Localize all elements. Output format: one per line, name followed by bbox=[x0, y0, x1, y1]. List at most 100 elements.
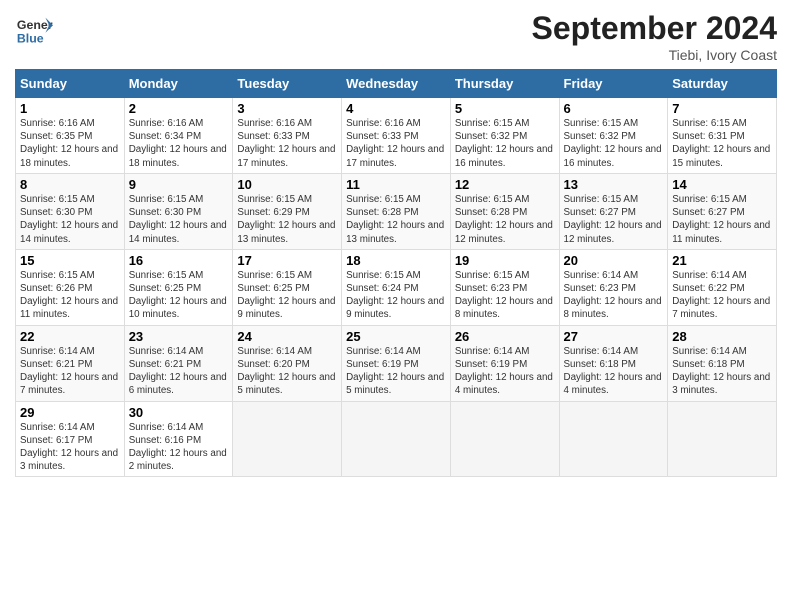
day-number: 16 bbox=[129, 253, 229, 268]
day-number: 29 bbox=[20, 405, 120, 420]
day-info: Sunrise: 6:14 AMSunset: 6:21 PMDaylight:… bbox=[129, 346, 227, 397]
calendar-day-cell: 5 Sunrise: 6:15 AMSunset: 6:32 PMDaylight… bbox=[450, 98, 559, 174]
calendar-day-cell: 15 Sunrise: 6:15 AMSunset: 6:26 PMDayligh… bbox=[16, 249, 125, 325]
day-info: Sunrise: 6:15 AMSunset: 6:28 PMDaylight:… bbox=[455, 194, 553, 245]
day-info: Sunrise: 6:14 AMSunset: 6:22 PMDaylight:… bbox=[672, 270, 770, 321]
day-number: 3 bbox=[237, 101, 337, 116]
day-number: 22 bbox=[20, 329, 120, 344]
day-number: 24 bbox=[237, 329, 337, 344]
day-info: Sunrise: 6:14 AMSunset: 6:18 PMDaylight:… bbox=[564, 346, 662, 397]
day-info: Sunrise: 6:15 AMSunset: 6:28 PMDaylight:… bbox=[346, 194, 444, 245]
calendar-week-row: 22 Sunrise: 6:14 AMSunset: 6:21 PMDayligh… bbox=[16, 325, 777, 401]
calendar-day-cell: 2 Sunrise: 6:16 AMSunset: 6:34 PMDaylight… bbox=[124, 98, 233, 174]
day-info: Sunrise: 6:14 AMSunset: 6:19 PMDaylight:… bbox=[455, 346, 553, 397]
title-block: September 2024 Tiebi, Ivory Coast bbox=[532, 10, 777, 63]
day-info: Sunrise: 6:15 AMSunset: 6:31 PMDaylight:… bbox=[672, 118, 770, 169]
calendar-day-cell: 11 Sunrise: 6:15 AMSunset: 6:28 PMDayligh… bbox=[342, 173, 451, 249]
header-row: Sunday Monday Tuesday Wednesday Thursday… bbox=[16, 70, 777, 98]
calendar-day-cell bbox=[342, 401, 451, 477]
day-number: 23 bbox=[129, 329, 229, 344]
day-number: 30 bbox=[129, 405, 229, 420]
calendar-day-cell: 23 Sunrise: 6:14 AMSunset: 6:21 PMDayligh… bbox=[124, 325, 233, 401]
day-number: 1 bbox=[20, 101, 120, 116]
calendar-day-cell: 9 Sunrise: 6:15 AMSunset: 6:30 PMDaylight… bbox=[124, 173, 233, 249]
calendar-week-row: 15 Sunrise: 6:15 AMSunset: 6:26 PMDayligh… bbox=[16, 249, 777, 325]
logo: General Blue bbox=[15, 10, 57, 48]
day-number: 5 bbox=[455, 101, 555, 116]
day-number: 12 bbox=[455, 177, 555, 192]
day-info: Sunrise: 6:15 AMSunset: 6:27 PMDaylight:… bbox=[564, 194, 662, 245]
day-number: 6 bbox=[564, 101, 664, 116]
day-info: Sunrise: 6:15 AMSunset: 6:32 PMDaylight:… bbox=[564, 118, 662, 169]
day-info: Sunrise: 6:15 AMSunset: 6:23 PMDaylight:… bbox=[455, 270, 553, 321]
calendar-day-cell: 29 Sunrise: 6:14 AMSunset: 6:17 PMDayligh… bbox=[16, 401, 125, 477]
day-number: 9 bbox=[129, 177, 229, 192]
day-number: 4 bbox=[346, 101, 446, 116]
calendar-week-row: 29 Sunrise: 6:14 AMSunset: 6:17 PMDayligh… bbox=[16, 401, 777, 477]
page-container: General Blue September 2024 Tiebi, Ivory… bbox=[0, 0, 792, 487]
day-number: 28 bbox=[672, 329, 772, 344]
day-info: Sunrise: 6:15 AMSunset: 6:25 PMDaylight:… bbox=[237, 270, 335, 321]
calendar-week-row: 8Sunrise: 6:15 AMSunset: 6:30 PMDaylight… bbox=[16, 173, 777, 249]
calendar-day-cell: 28 Sunrise: 6:14 AMSunset: 6:18 PMDayligh… bbox=[668, 325, 777, 401]
calendar-day-cell: 3 Sunrise: 6:16 AMSunset: 6:33 PMDaylight… bbox=[233, 98, 342, 174]
svg-text:Blue: Blue bbox=[17, 31, 44, 45]
logo-icon: General Blue bbox=[15, 10, 53, 48]
calendar-day-cell: 30Sunrise: 6:14 AMSunset: 6:16 PMDayligh… bbox=[124, 401, 233, 477]
day-number: 2 bbox=[129, 101, 229, 116]
calendar-day-cell: 27 Sunrise: 6:14 AMSunset: 6:18 PMDayligh… bbox=[559, 325, 668, 401]
header: General Blue September 2024 Tiebi, Ivory… bbox=[15, 10, 777, 63]
day-number: 27 bbox=[564, 329, 664, 344]
day-info: Sunrise: 6:14 AMSunset: 6:20 PMDaylight:… bbox=[237, 346, 335, 397]
day-info: Sunrise: 6:16 AMSunset: 6:34 PMDaylight:… bbox=[129, 118, 227, 169]
day-number: 25 bbox=[346, 329, 446, 344]
calendar-week-row: 1 Sunrise: 6:16 AMSunset: 6:35 PMDaylight… bbox=[16, 98, 777, 174]
calendar-day-cell: 20 Sunrise: 6:14 AMSunset: 6:23 PMDayligh… bbox=[559, 249, 668, 325]
col-tuesday: Tuesday bbox=[233, 70, 342, 98]
day-number: 11 bbox=[346, 177, 446, 192]
day-info: Sunrise: 6:16 AMSunset: 6:35 PMDaylight:… bbox=[20, 118, 118, 169]
col-saturday: Saturday bbox=[668, 70, 777, 98]
day-info: Sunrise: 6:14 AMSunset: 6:23 PMDaylight:… bbox=[564, 270, 662, 321]
calendar-day-cell: 24 Sunrise: 6:14 AMSunset: 6:20 PMDayligh… bbox=[233, 325, 342, 401]
calendar-day-cell: 26 Sunrise: 6:14 AMSunset: 6:19 PMDayligh… bbox=[450, 325, 559, 401]
calendar-day-cell: 21 Sunrise: 6:14 AMSunset: 6:22 PMDayligh… bbox=[668, 249, 777, 325]
day-number: 19 bbox=[455, 253, 555, 268]
day-number: 15 bbox=[20, 253, 120, 268]
day-number: 20 bbox=[564, 253, 664, 268]
day-number: 7 bbox=[672, 101, 772, 116]
calendar-table: Sunday Monday Tuesday Wednesday Thursday… bbox=[15, 69, 777, 477]
day-info: Sunrise: 6:15 AMSunset: 6:30 PMDaylight:… bbox=[20, 194, 118, 245]
col-wednesday: Wednesday bbox=[342, 70, 451, 98]
calendar-day-cell bbox=[559, 401, 668, 477]
day-number: 14 bbox=[672, 177, 772, 192]
day-info: Sunrise: 6:16 AMSunset: 6:33 PMDaylight:… bbox=[346, 118, 444, 169]
day-info: Sunrise: 6:14 AMSunset: 6:21 PMDaylight:… bbox=[20, 346, 118, 397]
calendar-day-cell: 4 Sunrise: 6:16 AMSunset: 6:33 PMDaylight… bbox=[342, 98, 451, 174]
calendar-day-cell: 1 Sunrise: 6:16 AMSunset: 6:35 PMDaylight… bbox=[16, 98, 125, 174]
day-number: 18 bbox=[346, 253, 446, 268]
calendar-day-cell: 16Sunrise: 6:15 AMSunset: 6:25 PMDayligh… bbox=[124, 249, 233, 325]
day-info: Sunrise: 6:15 AMSunset: 6:26 PMDaylight:… bbox=[20, 270, 118, 321]
calendar-day-cell: 18Sunrise: 6:15 AMSunset: 6:24 PMDayligh… bbox=[342, 249, 451, 325]
day-info: Sunrise: 6:15 AMSunset: 6:32 PMDaylight:… bbox=[455, 118, 553, 169]
day-info: Sunrise: 6:14 AMSunset: 6:19 PMDaylight:… bbox=[346, 346, 444, 397]
day-info: Sunrise: 6:14 AMSunset: 6:18 PMDaylight:… bbox=[672, 346, 770, 397]
day-info: Sunrise: 6:16 AMSunset: 6:33 PMDaylight:… bbox=[237, 118, 335, 169]
location-title: Tiebi, Ivory Coast bbox=[532, 47, 777, 63]
day-info: Sunrise: 6:15 AMSunset: 6:30 PMDaylight:… bbox=[129, 194, 227, 245]
day-number: 13 bbox=[564, 177, 664, 192]
col-sunday: Sunday bbox=[16, 70, 125, 98]
calendar-day-cell: 7 Sunrise: 6:15 AMSunset: 6:31 PMDaylight… bbox=[668, 98, 777, 174]
calendar-day-cell bbox=[450, 401, 559, 477]
calendar-day-cell bbox=[668, 401, 777, 477]
day-number: 10 bbox=[237, 177, 337, 192]
day-info: Sunrise: 6:15 AMSunset: 6:29 PMDaylight:… bbox=[237, 194, 335, 245]
calendar-day-cell: 10 Sunrise: 6:15 AMSunset: 6:29 PMDayligh… bbox=[233, 173, 342, 249]
day-number: 26 bbox=[455, 329, 555, 344]
calendar-day-cell: 13 Sunrise: 6:15 AMSunset: 6:27 PMDayligh… bbox=[559, 173, 668, 249]
calendar-day-cell: 8Sunrise: 6:15 AMSunset: 6:30 PMDaylight… bbox=[16, 173, 125, 249]
day-info: Sunrise: 6:14 AMSunset: 6:17 PMDaylight:… bbox=[20, 422, 118, 473]
day-number: 21 bbox=[672, 253, 772, 268]
calendar-day-cell: 22 Sunrise: 6:14 AMSunset: 6:21 PMDayligh… bbox=[16, 325, 125, 401]
